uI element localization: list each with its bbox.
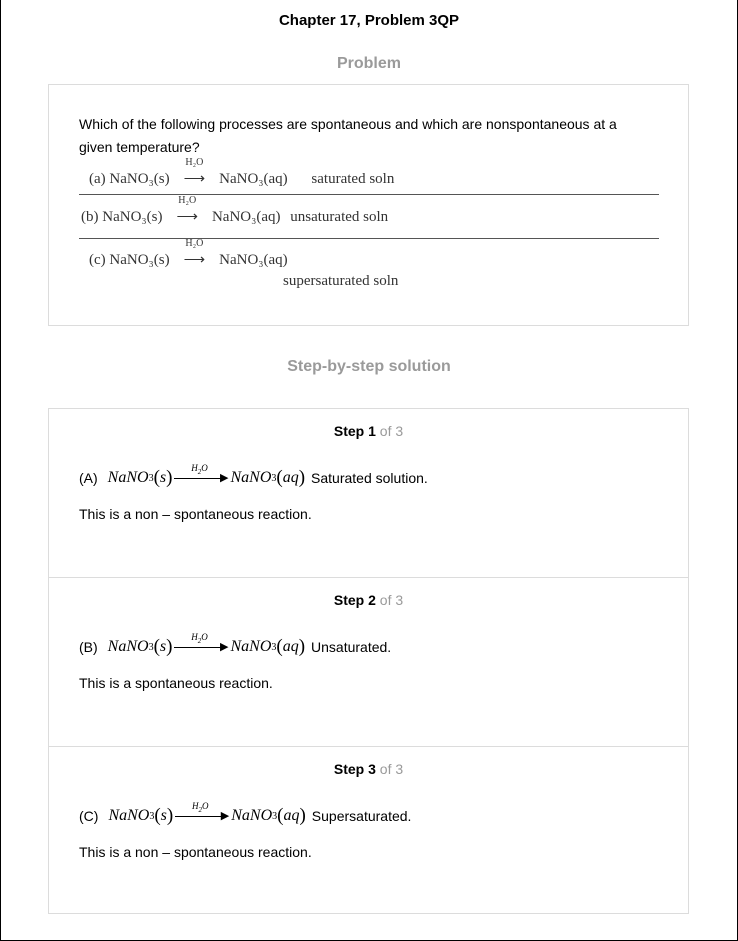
- step-title: Step 2 of 3: [333, 592, 404, 608]
- step-title: Step 1 of 3: [333, 423, 404, 439]
- step-description: Unsaturated.: [311, 639, 392, 655]
- reaction-label: (b): [81, 209, 99, 225]
- step-equation-line: (B) NaNO 3(s) H2O ▶ NaNO 3(aq) Unsaturated.: [79, 632, 392, 658]
- reaction-arrow: H2O ▶: [175, 801, 229, 822]
- reaction-product: NaNO₃(aq): [219, 252, 288, 268]
- reaction-b: (b) NaNO₃(s) H₂O ⟶ NaNO₃(aq) unsaturated …: [81, 195, 389, 226]
- reaction-a: (a) NaNO₃(s) H₂O ⟶ NaNO₃(aq) saturated so…: [89, 157, 395, 188]
- reaction-label: (c): [89, 252, 106, 268]
- reaction-note: saturated soln: [311, 171, 395, 187]
- solution-box: Step 1 of 3 (A) NaNO 3(s) H2O ▶ NaNO 3(aq) …: [48, 408, 689, 914]
- step-conclusion: This is a non – spontaneous reaction.: [79, 506, 312, 522]
- reaction-product: NaNO₃(aq): [219, 171, 288, 187]
- step-conclusion: This is a non – spontaneous reaction.: [79, 844, 312, 860]
- reaction-note: unsaturated soln: [290, 209, 389, 225]
- reaction-note: supersaturated soln: [283, 273, 399, 289]
- step-1: Step 1 of 3 (A) NaNO 3(s) H2O ▶ NaNO 3(aq) …: [49, 409, 688, 578]
- step-2: Step 2 of 3 (B) NaNO 3(s) H2O ▶ NaNO 3(aq) …: [49, 577, 688, 746]
- step-label: (C): [79, 808, 99, 824]
- step-3: Step 3 of 3 (C) NaNO 3(s) H2O ▶ NaNO 3(aq) …: [49, 746, 688, 915]
- step-conclusion: This is a spontaneous reaction.: [79, 675, 273, 691]
- step-equation-line: (C) NaNO 3(s) H2O ▶ NaNO 3(aq) Supersaturat…: [79, 801, 412, 827]
- reaction-reactant: NaNO₃(s): [109, 171, 170, 187]
- reaction-reactant: NaNO₃(s): [109, 252, 170, 268]
- reaction-arrow: H₂O ⟶: [176, 195, 198, 225]
- problem-question: Which of the following processes are spo…: [79, 116, 617, 155]
- reaction-label: (a): [89, 171, 106, 187]
- reaction-divider: [79, 194, 659, 195]
- step-title: Step 3 of 3: [333, 761, 404, 777]
- chemical-equation: NaNO 3(s) H2O ▶ NaNO 3(aq): [107, 463, 306, 488]
- reaction-arrow: H2O ▶: [174, 632, 228, 653]
- solution-heading: Step-by-step solution: [287, 358, 451, 375]
- chemical-equation: NaNO 3(s) H2O ▶ NaNO 3(aq): [108, 801, 306, 826]
- step-label: (B): [79, 639, 98, 655]
- reaction-arrow: H₂O ⟶: [183, 238, 206, 268]
- step-label: (A): [79, 470, 98, 486]
- reaction-reactant: NaNO₃(s): [102, 209, 163, 225]
- problem-heading: Problem: [336, 55, 401, 72]
- reaction-product: NaNO₃(aq): [211, 209, 281, 225]
- chemical-equation: NaNO 3(s) H2O ▶ NaNO 3(aq): [107, 632, 306, 657]
- reaction-arrow: H₂O ⟶: [183, 157, 206, 187]
- step-equation-line: (A) NaNO 3(s) H2O ▶ NaNO 3(aq) Saturated so…: [79, 463, 428, 489]
- step-description: Supersaturated.: [311, 808, 412, 824]
- reaction-divider: [79, 238, 659, 239]
- reaction-c: (c) NaNO₃(s) H₂O ⟶ NaNO₃(aq): [89, 238, 288, 269]
- page-title: Chapter 17, Problem 3QP: [278, 12, 460, 29]
- reaction-arrow: H2O ▶: [174, 463, 228, 484]
- step-description: Saturated solution.: [311, 470, 428, 486]
- problem-box: Which of the following processes are spo…: [48, 84, 689, 326]
